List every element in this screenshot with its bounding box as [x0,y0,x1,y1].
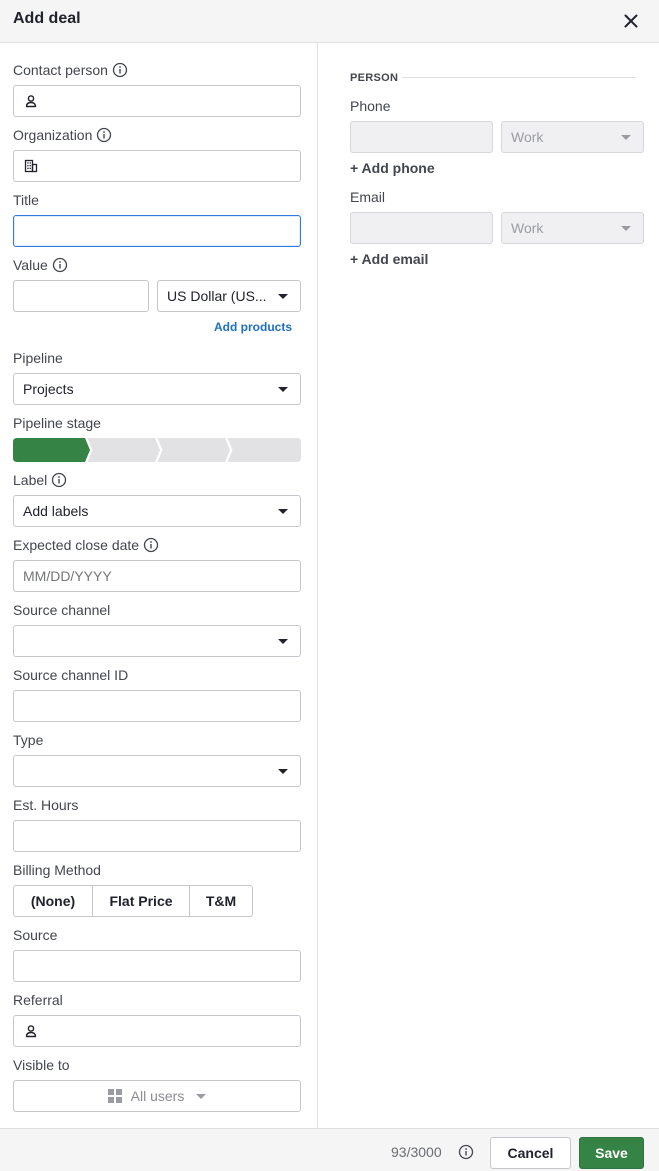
email-type-select[interactable]: Work [501,212,644,244]
person-icon [25,95,37,108]
value-label: Value [13,257,68,273]
dialog-footer: 93/3000 Cancel Save [0,1128,659,1171]
pipeline-stage-selector [13,438,301,462]
caret-down-icon [621,226,631,231]
source-channel-label: Source channel [13,602,111,618]
caret-down-icon [621,135,631,140]
expected-close-date-input[interactable]: MM/DD/YYYY [13,560,301,592]
value-amount-input[interactable] [13,280,149,312]
info-icon[interactable] [143,537,159,553]
title-label: Title [13,192,39,208]
caret-down-icon [278,639,288,644]
billing-flat-price-option[interactable]: Flat Price [92,885,190,917]
contact-person-input[interactable] [13,85,301,117]
source-channel-id-label: Source channel ID [13,667,129,683]
currency-select[interactable]: US Dollar (US... [157,280,301,312]
title-input[interactable] [13,215,301,247]
cancel-button[interactable]: Cancel [490,1137,571,1169]
caret-down-icon [278,387,288,392]
save-button[interactable]: Save [579,1137,644,1169]
referral-label: Referral [13,992,63,1008]
info-icon[interactable] [96,127,112,143]
info-icon[interactable] [112,62,128,78]
source-label: Source [13,927,58,943]
section-divider [402,77,636,78]
source-input[interactable] [13,950,301,982]
caret-down-icon [278,769,288,774]
source-channel-id-input[interactable] [13,690,301,722]
grid-icon [107,1088,122,1103]
visible-to-select[interactable]: All users [13,1080,301,1112]
label-select[interactable]: Add labels [13,495,301,527]
caret-down-icon [278,509,288,514]
phone-input[interactable] [350,121,493,153]
type-select[interactable] [13,755,301,787]
pipeline-stage-3[interactable] [157,438,231,462]
organization-label: Organization [13,127,112,143]
add-phone-button[interactable]: + Add phone [350,160,435,176]
caret-down-icon [278,294,288,299]
phone-type-select[interactable]: Work [501,121,644,153]
pipeline-select[interactable]: Projects [13,373,301,405]
pipeline-stage-1[interactable] [13,438,90,462]
billing-method-toggle: (None) Flat Price T&M [13,885,253,917]
referral-input[interactable] [13,1015,301,1047]
expected-close-date-label: Expected close date [13,537,159,553]
pipeline-label: Pipeline [13,350,63,366]
caret-down-icon [196,1093,207,1099]
info-icon[interactable] [52,257,68,273]
organization-input[interactable] [13,150,301,182]
add-products-link[interactable]: Add products [214,320,292,334]
type-label: Type [13,732,44,748]
pipeline-stage-2[interactable] [87,438,161,462]
visible-to-content: All users [14,1081,300,1111]
column-divider [317,43,318,1128]
phone-label: Phone [350,98,391,114]
info-icon[interactable] [458,1144,474,1160]
email-input[interactable] [350,212,493,244]
est-hours-input[interactable] [13,820,301,852]
billing-none-option[interactable]: (None) [13,885,93,917]
dialog-header: Add deal [0,0,659,43]
billing-tm-option[interactable]: T&M [189,885,253,917]
est-hours-label: Est. Hours [13,797,79,813]
pipeline-stage-4[interactable] [227,438,302,462]
label-field-label: Label [13,472,67,488]
visible-to-label: Visible to [13,1057,70,1073]
building-icon [24,159,38,173]
person-icon [25,1025,37,1038]
email-label: Email [350,189,386,205]
info-icon[interactable] [51,472,67,488]
add-email-button[interactable]: + Add email [350,251,428,267]
person-section-title: PERSON [350,72,399,84]
close-icon[interactable] [622,12,640,30]
pipeline-stage-label: Pipeline stage [13,415,101,431]
character-counter: 93/3000 [391,1144,442,1160]
billing-method-label: Billing Method [13,862,101,878]
contact-person-label: Contact person [13,62,128,78]
dialog-title: Add deal [13,10,81,27]
source-channel-select[interactable] [13,625,301,657]
